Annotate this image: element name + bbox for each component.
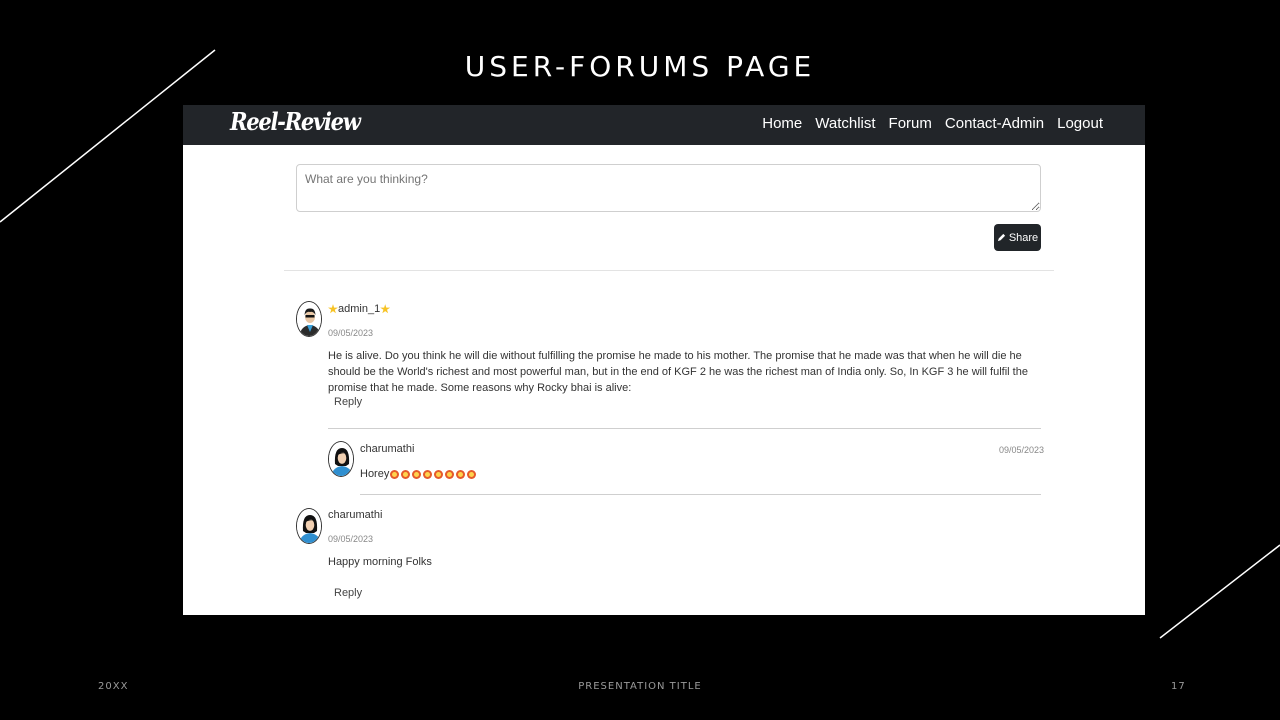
- post-username: charumathi: [328, 509, 383, 521]
- female-avatar-icon: [329, 442, 353, 476]
- post-date: 09/05/2023: [328, 534, 374, 544]
- nav-contact-admin[interactable]: Contact-Admin: [945, 115, 1044, 132]
- sparkle-icon: [380, 304, 391, 314]
- pencil-icon: [997, 233, 1005, 242]
- reply-body: Horey: [360, 466, 477, 482]
- reply-divider-top: [328, 428, 1041, 429]
- female-avatar-icon: [297, 509, 321, 543]
- page-number: 17: [1171, 681, 1186, 692]
- footer-presentation-title: PRESENTATION TITLE: [578, 681, 702, 692]
- nav-links: Home Watchlist Forum Contact-Admin Logou…: [762, 115, 1103, 132]
- nav-forum[interactable]: Forum: [889, 115, 932, 132]
- angry-emoji-icons: [389, 468, 477, 480]
- nav-watchlist[interactable]: Watchlist: [815, 115, 875, 132]
- share-button[interactable]: Share: [994, 224, 1041, 251]
- post-username: admin_1: [328, 303, 391, 315]
- nav-logout[interactable]: Logout: [1057, 115, 1103, 132]
- reply-divider-bottom: [360, 494, 1041, 495]
- avatar: [328, 441, 354, 477]
- reply-link[interactable]: Reply: [334, 396, 362, 408]
- forum-screenshot: Reel-Review Home Watchlist Forum Contact…: [183, 105, 1145, 615]
- post-body: He is alive. Do you think he will die wi…: [328, 350, 1028, 394]
- reply-date: 09/05/2023: [999, 445, 1045, 455]
- post-date: 09/05/2023: [328, 328, 374, 338]
- section-divider: [284, 270, 1054, 271]
- avatar: [296, 301, 322, 337]
- post-input[interactable]: [296, 164, 1041, 212]
- sparkle-icon: [328, 304, 338, 314]
- avatar: [296, 508, 322, 544]
- reply-link[interactable]: Reply: [334, 587, 362, 599]
- male-avatar-icon: [297, 302, 321, 336]
- brand-logo[interactable]: Reel-Review: [230, 107, 361, 136]
- slide-title: USER-FORUMS PAGE: [464, 50, 816, 83]
- reply-username: charumathi: [360, 443, 415, 455]
- navbar: Reel-Review Home Watchlist Forum Contact…: [183, 105, 1145, 145]
- share-label: Share: [1008, 231, 1039, 244]
- nav-home[interactable]: Home: [762, 115, 802, 132]
- post-body: Happy morning Folks: [328, 556, 432, 568]
